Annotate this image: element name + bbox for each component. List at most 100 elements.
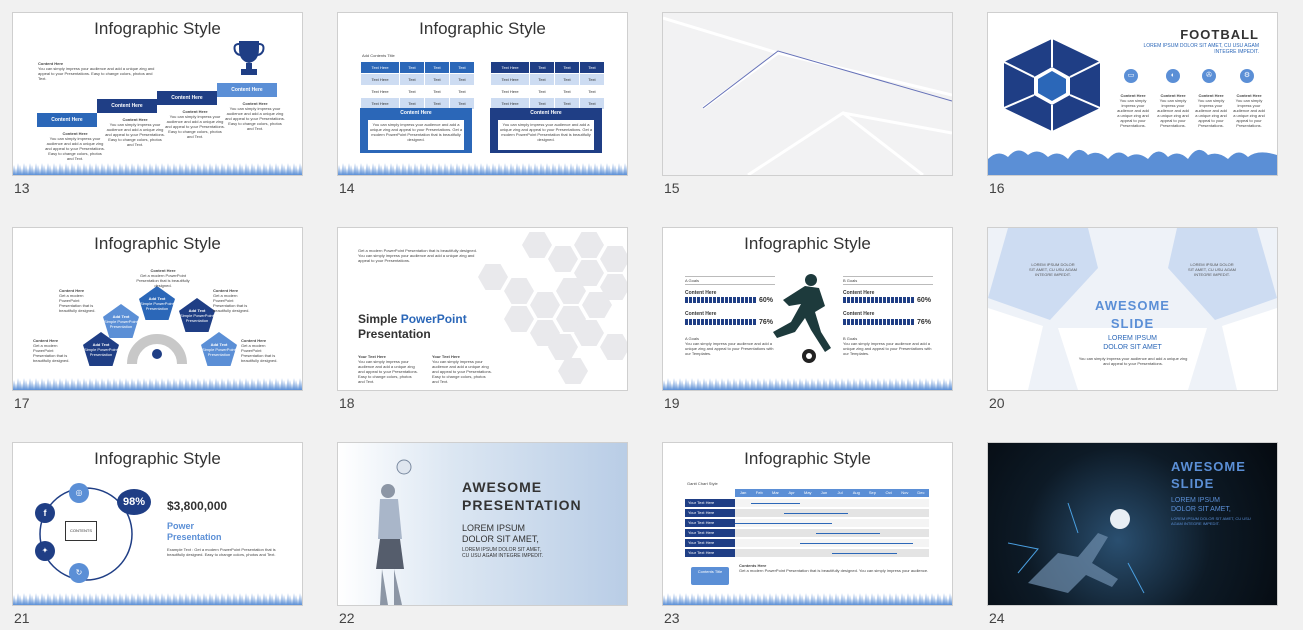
- headline-line-1: AWESOME: [1171, 459, 1246, 474]
- caption-3: Content Here You can simply impress your …: [165, 109, 225, 139]
- gantt-month: Feb: [755, 490, 763, 495]
- gantt-row-label: Your Text Here: [685, 539, 736, 547]
- slide-preview[interactable]: AWESOME PRESENTATION LOREM IPSUM DOLOR S…: [337, 442, 628, 606]
- row-label: Content Here: [685, 311, 717, 317]
- sub-line-2: DOLOR SIT AMET,: [462, 534, 539, 544]
- slide-preview[interactable]: Infographic Style Add Contents Title Tex…: [337, 12, 628, 176]
- row-label: Content Here: [685, 290, 717, 296]
- example-text: Example Text : Get a modern PowerPoint P…: [167, 547, 276, 557]
- slide-preview[interactable]: Infographic Style f ✦ ◎ ↻ CONTENTS 98% $…: [12, 442, 303, 606]
- slide-number: 20: [989, 395, 1005, 411]
- twitter-icon: ✦: [35, 541, 55, 561]
- gantt-bar: [832, 552, 897, 554]
- sub-line-2: DOLOR SIT AMET: [1103, 344, 1162, 351]
- gantt-month: Aug: [852, 490, 860, 495]
- table-caption: Add Contents Title: [362, 53, 395, 58]
- geometric-lines: [663, 16, 952, 175]
- slide-number: 14: [339, 180, 355, 196]
- label-left-bottom: Content Here Get a modern PowerPoint Pres…: [33, 338, 70, 363]
- sub-line-1: LOREM IPSUM: [1107, 335, 1157, 342]
- title-line-2: SLIDE: [1110, 316, 1155, 331]
- gear-icon: [127, 334, 187, 364]
- slide-number: 24: [989, 610, 1005, 626]
- intro-text: Content Here You can simply impress your…: [38, 61, 158, 81]
- soccer-player-photo: [376, 459, 412, 605]
- refresh-icon: ↻: [69, 563, 89, 583]
- slide-preview[interactable]: LOREM IPSUM DOLOR SIT AMET, CU USU AGAM …: [987, 227, 1278, 391]
- progress-bar-60: [685, 297, 757, 303]
- slide-title: Infographic Style: [419, 19, 546, 38]
- label-left-top: Content Here Get a modern PowerPoint Pres…: [59, 288, 96, 313]
- caption-2: Content Here You can simply impress your …: [105, 117, 165, 147]
- gantt-bar: [735, 522, 832, 524]
- group-b-text: B Goals You can simply impress your audie…: [843, 336, 932, 356]
- percent-cloud: 98%: [117, 489, 151, 515]
- slide-title: FOOTBALL: [1180, 27, 1259, 42]
- corner-text-right: LOREM IPSUM DOLOR SIT AMET, CU USU AGAM …: [1188, 262, 1236, 277]
- grass-decoration: [663, 591, 952, 605]
- gantt-month: Nov: [901, 490, 909, 495]
- content-box-right: Content Here You can simply impress your…: [490, 108, 602, 153]
- slide-number: 19: [664, 395, 680, 411]
- slide-number: 18: [339, 395, 355, 411]
- slide-preview[interactable]: FOOTBALL LOREM IPSUM DOLOR SIT AMET, CU …: [987, 12, 1278, 176]
- slide-title: Infographic Style: [744, 449, 871, 468]
- gantt-row-label: Your Text Here: [685, 529, 736, 537]
- sub-line-1: LOREM IPSUM: [1171, 497, 1221, 504]
- pentagon-2: Add Text Simple PowerPoint Presentation: [139, 286, 175, 320]
- small-line-2: CU USU AGAM INTEGRE IMPEDIT.: [462, 553, 544, 559]
- slide-number: 16: [989, 180, 1005, 196]
- label-top: Content Here Get a modern PowerPoint Pres…: [136, 268, 190, 288]
- gantt-month: Sep: [868, 490, 877, 495]
- text-column-1: Your Text Here You can simply impress you…: [358, 354, 418, 384]
- slide-preview[interactable]: AWESOME SLIDE LOREM IPSUM DOLOR SIT AMET…: [987, 442, 1278, 606]
- group-a-label: A Goals: [685, 276, 775, 285]
- speaker-icon: ◐: [1166, 69, 1180, 83]
- gantt-month: Jan: [739, 490, 747, 495]
- slide-preview[interactable]: Infographic Style Add Text Simple PowerPo…: [12, 227, 303, 391]
- group-a-text: A Goals You can simply impress your audie…: [685, 336, 774, 356]
- body-text: You can simply impress your audience and…: [1078, 356, 1188, 366]
- gantt-months: Jan Feb Mar Apr May Jun Jul Aug Sep Oct Nov Dec: [735, 489, 929, 497]
- slide-preview[interactable]: Infographic Style Gantt Chart Style Jan F…: [662, 442, 953, 606]
- small-text: LOREM IPSUM DOLOR SIT AMET, CU USU AGAM …: [1171, 516, 1251, 526]
- gantt-bar: [799, 542, 913, 544]
- label-right-top: Content Here Get a modern PowerPoint Pres…: [213, 288, 250, 313]
- headline-line-2: PRESENTATION: [462, 497, 582, 513]
- title-line-1: AWESOME: [1095, 298, 1170, 313]
- money-value: $3,800,000: [167, 499, 228, 513]
- slide-preview[interactable]: Infographic Style Content Here You can s…: [12, 12, 303, 176]
- slide-preview[interactable]: Infographic Style A Goals Content Here 6…: [662, 227, 953, 391]
- item-text-4: Content Here You can simply impress your …: [1233, 93, 1265, 128]
- gantt-month: Oct: [885, 490, 892, 495]
- slide-title: Infographic Style: [94, 19, 221, 38]
- headline-line-1: AWESOME: [462, 479, 543, 495]
- radiation-icon: ✇: [1202, 69, 1216, 83]
- heading-line-2: Presentation: [358, 327, 431, 341]
- slide-preview[interactable]: Get a modern PowerPoint Presentation tha…: [337, 227, 628, 391]
- trophy-icon: [233, 41, 265, 75]
- contents-title-badge: Contents Title: [691, 567, 729, 585]
- power-line-2: Presentation: [167, 532, 222, 542]
- headline-line-2: SLIDE: [1171, 476, 1215, 491]
- row-label: Content Here: [843, 290, 875, 296]
- step-1: Content Here: [37, 113, 97, 127]
- gantt-bar: [783, 512, 849, 514]
- dribbble-icon: ◎: [69, 483, 89, 503]
- item-text-1: Content Here You can simply impress your …: [1117, 93, 1149, 128]
- gear-icon: ⚙: [1240, 69, 1254, 83]
- gantt-month: Apr: [788, 490, 795, 495]
- gantt-row-label: Your Text Here: [685, 519, 736, 527]
- gantt-month: Mar: [771, 490, 779, 495]
- gantt-row-label: Your Text Here: [685, 549, 736, 557]
- gantt-row-label: Your Text Here: [685, 499, 736, 507]
- crowd-silhouette: [988, 149, 1277, 175]
- soccer-player-silhouette: [773, 274, 831, 363]
- progress-bar-76b: [843, 319, 915, 325]
- grass-decoration: [663, 376, 952, 390]
- data-table-left: Text Here Text Text Text Text Here Text Text T…: [360, 61, 475, 110]
- slide-preview[interactable]: [662, 12, 953, 176]
- player-lightning-photo: [1008, 502, 1145, 594]
- label-right-bottom: Content Here Get a modern PowerPoint Pres…: [241, 338, 278, 363]
- corner-text-left: LOREM IPSUM DOLOR SIT AMET, CU USU AGAM …: [1029, 262, 1077, 277]
